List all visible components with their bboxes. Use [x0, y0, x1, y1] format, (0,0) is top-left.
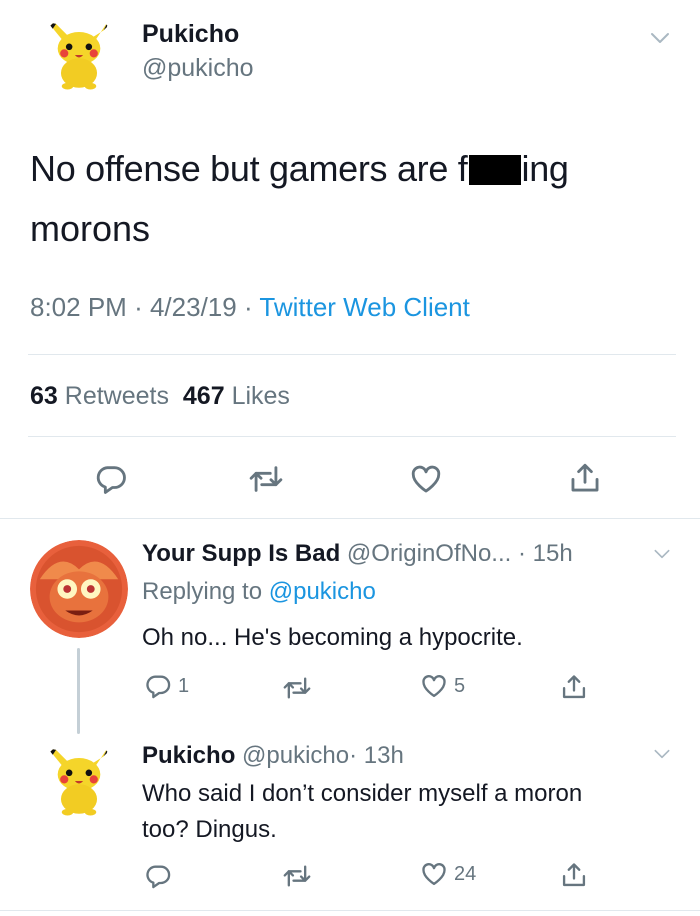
tweet-date: 4/23/19	[149, 292, 237, 322]
tweet-stats: 63 Retweets 467 Likes	[30, 382, 290, 411]
tweet-text: No offense but gamers are f ing	[30, 148, 569, 190]
like-count: 467	[182, 382, 225, 410]
reply1-replying-to: Replying to @pukicho	[142, 578, 376, 606]
tweet-meta: 8:02 PM · 4/23/19 · Twitter Web Client	[30, 292, 470, 323]
section-divider	[0, 910, 700, 911]
tweet-text-line2: morons	[30, 208, 151, 249]
reply1-text: Oh no... He's becoming a hypocrite.	[142, 624, 523, 651]
retweet-icon[interactable]	[248, 462, 284, 496]
replying-to-label: Replying to	[142, 578, 263, 605]
retweet-icon[interactable]	[282, 862, 312, 890]
reply1-handle[interactable]: @OriginOfNo...	[347, 540, 511, 567]
like-stat[interactable]: 467 Likes	[183, 382, 290, 410]
retweet-icon[interactable]	[282, 674, 312, 702]
meta-separator: ·	[134, 292, 143, 322]
divider	[28, 436, 676, 437]
chevron-down-icon[interactable]	[652, 544, 672, 564]
reply2-text-line2: too? Dingus.	[142, 816, 277, 843]
reply2-handle[interactable]: @pukicho	[242, 742, 349, 769]
reply1-reply-action[interactable]: 1	[144, 672, 189, 700]
censor-bar	[468, 155, 521, 185]
reply2-time: · 13h	[349, 742, 404, 769]
retweet-label: Retweets	[64, 382, 169, 410]
reply2-like-action[interactable]: 24	[420, 860, 476, 888]
retweet-stat[interactable]: 63 Retweets	[30, 382, 169, 410]
like-label: Likes	[231, 382, 290, 410]
share-icon[interactable]	[568, 460, 602, 496]
reply2-text-line1: Who said I don’t consider myself a moron	[142, 780, 583, 807]
like-icon[interactable]	[420, 860, 448, 888]
avatar-pukicho[interactable]	[38, 14, 120, 96]
meta-separator: ·	[243, 292, 253, 322]
author-name[interactable]: Pukicho	[142, 20, 239, 49]
like-icon[interactable]	[420, 672, 448, 700]
tweet-source-link[interactable]: Twitter Web Client	[259, 292, 469, 322]
chevron-down-icon[interactable]	[648, 26, 672, 50]
reply2-name[interactable]: Pukicho	[142, 742, 235, 769]
reply1-like-count: 5	[454, 674, 466, 697]
thread-line	[77, 648, 80, 734]
reply-icon[interactable]	[94, 462, 128, 496]
share-icon[interactable]	[560, 860, 588, 890]
retweet-count: 63	[30, 382, 58, 410]
avatar-pukicho[interactable]	[38, 740, 120, 822]
reply1-like-action[interactable]: 5	[420, 672, 465, 700]
chevron-down-icon[interactable]	[652, 744, 672, 764]
author-handle[interactable]: @pukicho	[142, 54, 254, 83]
reply1-reply-count: 1	[178, 674, 190, 697]
replying-to-handle[interactable]: @pukicho	[269, 578, 376, 605]
reply1-name[interactable]: Your Supp Is Bad	[142, 540, 340, 567]
reply2-header: Pukicho @pukicho· 13h	[142, 742, 404, 770]
reply-icon[interactable]	[144, 672, 172, 700]
section-divider	[0, 518, 700, 519]
tweet-text-part2: ing	[521, 148, 569, 189]
tweet-time: 8:02 PM	[30, 292, 127, 322]
share-icon[interactable]	[560, 672, 588, 702]
tweet-text-part1: No offense but gamers are f	[30, 148, 468, 189]
reply2-like-count: 24	[454, 862, 477, 885]
avatar-your-supp-is-bad[interactable]	[30, 540, 128, 638]
reply1-header: Your Supp Is Bad @OriginOfNo... · 15h	[142, 540, 573, 568]
reply-icon[interactable]	[144, 862, 172, 890]
reply1-time: · 15h	[517, 540, 573, 567]
divider	[28, 354, 676, 355]
like-icon[interactable]	[409, 462, 443, 496]
